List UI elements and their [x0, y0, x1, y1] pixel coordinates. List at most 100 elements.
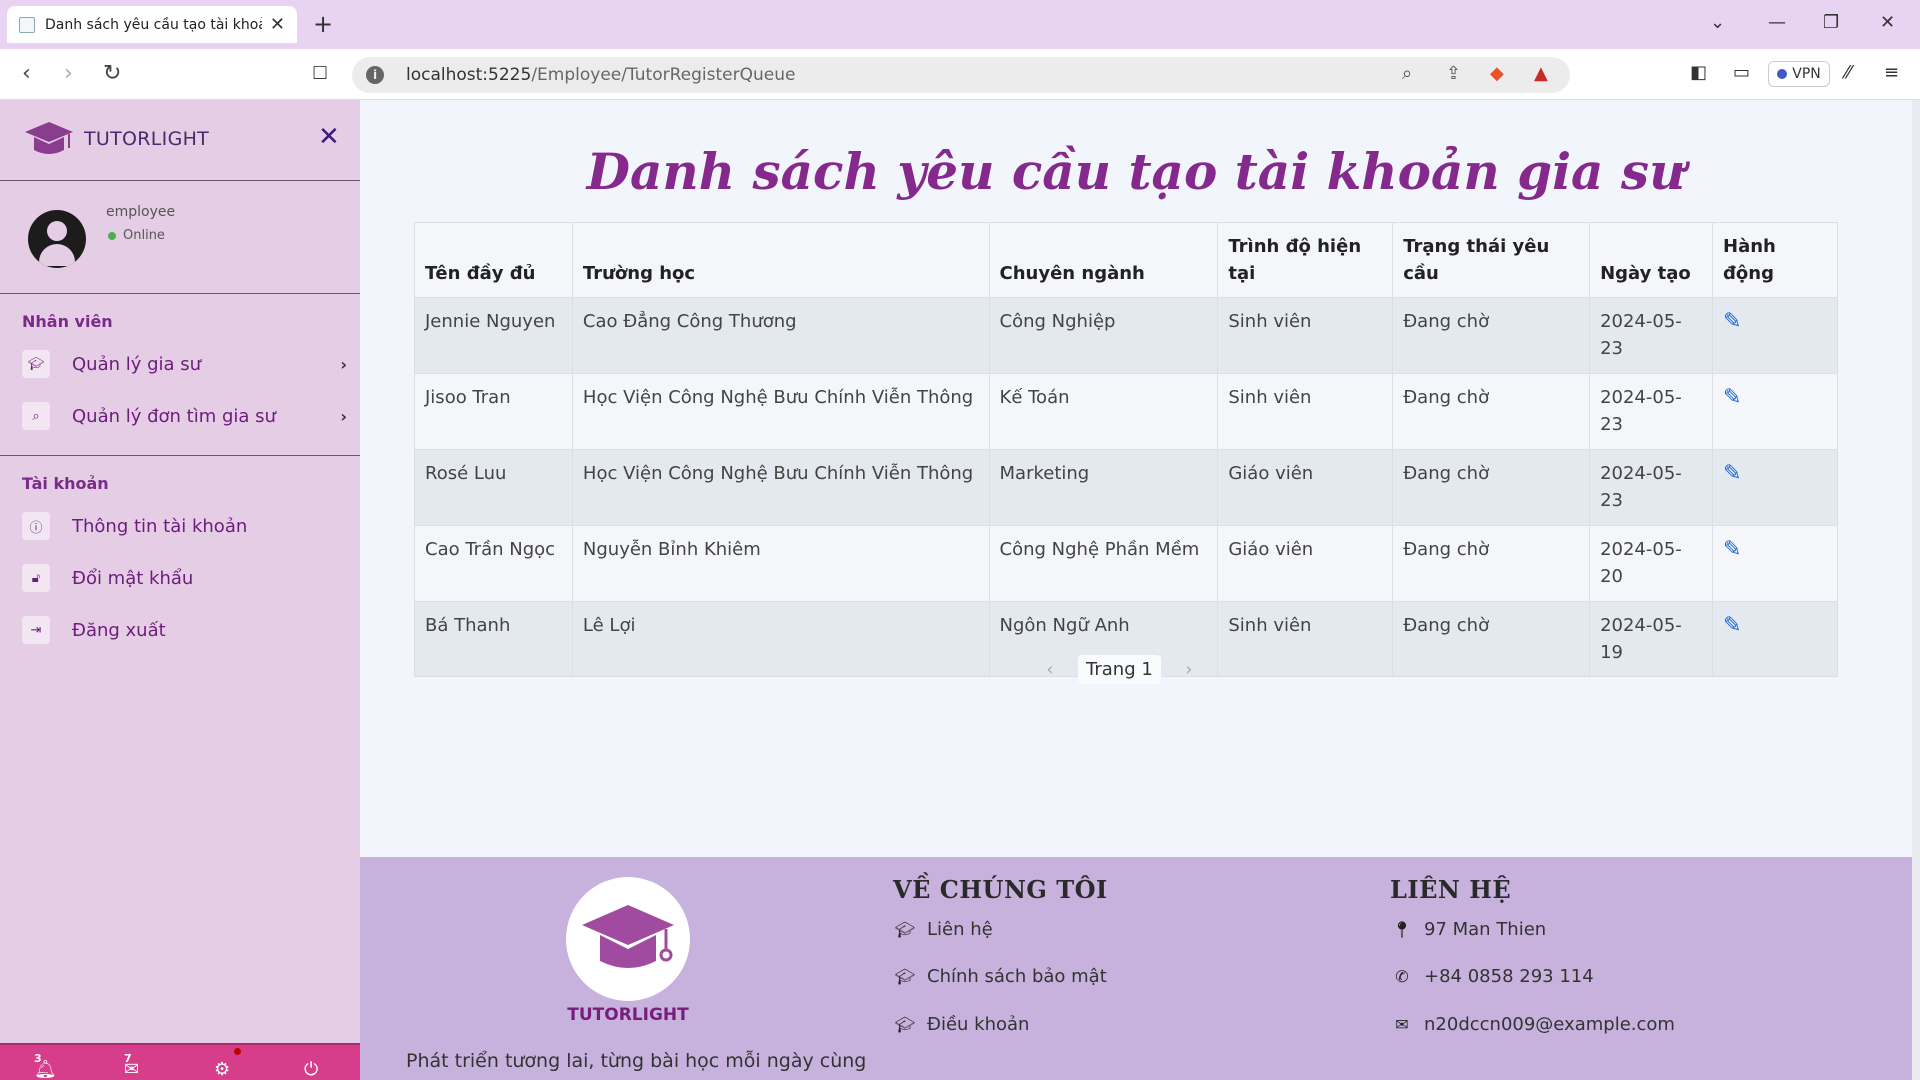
cell-full-name: Jisoo Tran	[414, 373, 573, 450]
pagination: ‹ Trang 1 ›	[1040, 655, 1199, 684]
graduation-cap-icon: 🎓︎	[894, 920, 916, 939]
brand-name: TUTORLIGHT	[84, 128, 210, 150]
share-icon[interactable]: ⇪	[1446, 63, 1461, 84]
bell-icon: 🔔︎	[34, 1059, 57, 1080]
sidebar-item-label: Quản lý gia sư	[72, 353, 202, 375]
sidebar-item-tutor-request-management[interactable]: ⌕ Quản lý đơn tìm gia sư ›	[22, 396, 347, 436]
browser-toolbar: ‹ › ↻ ☐ i localhost:5225/Employee/TutorR…	[0, 49, 1920, 100]
previous-page-icon[interactable]: ‹	[1040, 659, 1060, 680]
cell-level: Giáo viên	[1217, 525, 1394, 602]
sidebar-close-icon[interactable]: ✕	[318, 122, 340, 152]
sidebar-item-account-info[interactable]: ⓘ Thông tin tài khoản	[22, 506, 347, 546]
sidebar-brand[interactable]: TUTORLIGHT	[24, 120, 209, 158]
url-host: localhost:5225	[406, 65, 532, 85]
main-content: Danh sách yêu cầu tạo tài khoản gia sư T…	[360, 100, 1912, 857]
vpn-button[interactable]: VPN	[1768, 61, 1830, 87]
tab-close-icon[interactable]: ✕	[270, 14, 285, 35]
graduation-cap-icon: 🎓︎	[894, 967, 916, 986]
sidebar-item-label: Quản lý đơn tìm gia sư	[72, 405, 276, 427]
cell-school: Cao Đẳng Công Thương	[571, 297, 990, 374]
brave-rewards-icon[interactable]: ▲	[1534, 63, 1548, 84]
page-favicon-icon	[19, 16, 35, 33]
footer-about-heading: VỀ CHÚNG TÔI	[893, 875, 1108, 904]
online-dot-icon	[108, 231, 116, 240]
cell-level: Sinh viên	[1217, 601, 1394, 677]
browser-tab[interactable]: Danh sách yêu cầu tạo tài khoản ✕	[7, 6, 297, 43]
edit-icon[interactable]: ✎	[1723, 384, 1741, 411]
graduation-cap-icon: 🎓︎	[894, 1015, 916, 1034]
footer: TUTORLIGHT Phát triển tương lai, từng bà…	[360, 857, 1912, 1080]
footer-address-text: 97 Man Thien	[1424, 919, 1547, 940]
vpn-status-icon	[1777, 69, 1788, 79]
sidebar: TUTORLIGHT ✕ employee Online Nhân viên 🎓…	[0, 100, 360, 1080]
forward-icon[interactable]: ›	[64, 61, 73, 86]
edit-icon[interactable]: ✎	[1723, 460, 1741, 487]
edit-icon[interactable]: ✎	[1723, 308, 1741, 335]
cell-full-name: Cao Trần Ngọc	[414, 525, 573, 602]
footer-link-label: Liên hệ	[927, 919, 993, 940]
cell-status: Đang chờ	[1392, 297, 1591, 374]
footer-link-privacy[interactable]: 🎓︎ Chính sách bảo mật	[893, 966, 1107, 987]
next-page-icon[interactable]: ›	[1179, 659, 1199, 680]
sidebar-item-label: Đăng xuất	[72, 619, 166, 641]
cell-created-date: 2024-05-23	[1589, 297, 1714, 374]
page-scrollbar[interactable]	[1912, 100, 1920, 1080]
cell-actions: ✎	[1712, 525, 1838, 602]
chevron-right-icon: ›	[340, 354, 347, 374]
new-tab-icon[interactable]: +	[313, 10, 333, 38]
cell-status: Đang chờ	[1392, 525, 1591, 602]
table-header-row: Tên đầy đủ Trường học Chuyên ngành Trình…	[414, 222, 1838, 298]
cell-major: Công Nghệ Phần Mềm	[988, 525, 1219, 602]
menu-icon[interactable]: ≡	[1884, 62, 1899, 83]
cell-school: Lê Lợi	[571, 601, 990, 677]
brave-shield-icon[interactable]: ◆	[1490, 63, 1504, 84]
footer-link-contact[interactable]: 🎓︎ Liên hệ	[893, 919, 993, 940]
graduation-cap-logo-icon	[25, 122, 73, 154]
cell-actions: ✎	[1712, 449, 1838, 526]
maximize-icon[interactable]: ❐	[1823, 12, 1839, 33]
sidebar-item-change-password[interactable]: 🔓︎ Đổi mật khẩu	[22, 558, 347, 598]
tutor-request-table: Tên đầy đủ Trường học Chuyên ngành Trình…	[414, 222, 1838, 677]
cell-actions: ✎	[1712, 601, 1838, 677]
settings-alert-dot	[234, 1048, 241, 1055]
footer-email[interactable]: ✉ n20dccn009@example.com	[1390, 1014, 1675, 1035]
table-row: Cao Trần Ngọc Nguyễn Bỉnh Khiêm Công Ngh…	[414, 525, 1838, 602]
info-icon: ⓘ	[22, 512, 50, 540]
reload-icon[interactable]: ↻	[103, 61, 121, 86]
cell-major: Công Nghiệp	[988, 297, 1219, 374]
wallet-icon[interactable]: ▭	[1733, 62, 1750, 83]
leo-ai-icon[interactable]: ⁄⁄	[1845, 62, 1851, 83]
sidebar-item-logout[interactable]: ⇥ Đăng xuất	[22, 610, 347, 650]
edit-icon[interactable]: ✎	[1723, 612, 1741, 639]
messages-button[interactable]: ✉ 7	[124, 1052, 139, 1080]
avatar	[28, 210, 86, 268]
back-icon[interactable]: ‹	[22, 61, 31, 86]
sidebar-toggle-icon[interactable]: ◧	[1690, 62, 1707, 83]
zoom-icon[interactable]: ⌕	[1402, 63, 1412, 84]
footer-link-terms[interactable]: 🎓︎ Điều khoản	[893, 1014, 1030, 1035]
section-title-employee: Nhân viên	[22, 312, 113, 331]
site-info-icon[interactable]: i	[366, 66, 384, 84]
page-title: Danh sách yêu cầu tạo tài khoản gia sư	[586, 142, 1686, 201]
window-close-icon[interactable]: ✕	[1880, 12, 1895, 33]
lock-icon: 🔓︎	[22, 564, 50, 592]
graduation-cap-logo-icon	[582, 905, 674, 968]
address-bar[interactable]: i localhost:5225/Employee/TutorRegisterQ…	[352, 57, 1570, 93]
footer-address: 📍︎ 97 Man Thien	[1390, 919, 1546, 940]
tab-search-chevron-icon[interactable]: ⌄	[1710, 12, 1725, 33]
minimize-icon[interactable]: —	[1768, 12, 1786, 33]
notifications-button[interactable]: 🔔︎ 3	[34, 1052, 57, 1080]
sidebar-item-tutor-management[interactable]: 🎓︎ Quản lý gia sư ›	[22, 344, 347, 384]
cell-level: Sinh viên	[1217, 297, 1394, 374]
cell-actions: ✎	[1712, 297, 1838, 374]
table-row: Jisoo Tran Học Viện Công Nghệ Bưu Chính …	[414, 373, 1838, 450]
bookmark-icon[interactable]: ☐	[312, 63, 328, 84]
edit-icon[interactable]: ✎	[1723, 536, 1741, 563]
cell-level: Sinh viên	[1217, 373, 1394, 450]
footer-logo	[566, 877, 690, 1001]
divider	[0, 293, 360, 294]
cell-status: Đang chờ	[1392, 449, 1591, 526]
tab-title: Danh sách yêu cầu tạo tài khoản	[45, 16, 262, 33]
footer-contact-heading: LIÊN HỆ	[1390, 875, 1512, 904]
column-header: Tên đầy đủ	[414, 222, 573, 298]
